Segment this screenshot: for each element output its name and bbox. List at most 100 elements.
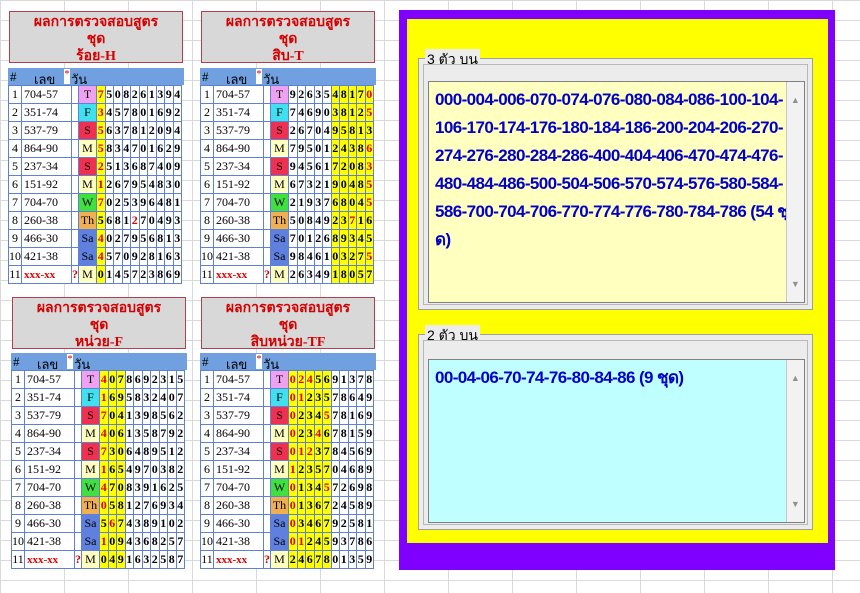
digit-cell[interactable]: 0 [138, 103, 148, 122]
day-cell[interactable]: Sa [270, 247, 289, 266]
digit-cell[interactable]: 5 [158, 550, 168, 569]
digit-cell[interactable]: 2 [150, 370, 160, 389]
code-cell[interactable]: 237-34 [24, 442, 75, 461]
flag-cell[interactable] [74, 514, 82, 533]
digit-cell[interactable]: 9 [116, 550, 126, 569]
row-number-cell[interactable]: 2 [200, 103, 214, 122]
digit-cell[interactable]: 8 [150, 532, 160, 551]
digit-cell[interactable]: 6 [104, 121, 114, 140]
flag-cell[interactable] [71, 139, 79, 158]
digit-cell[interactable]: 4 [313, 478, 323, 497]
digit-cell[interactable]: 2 [104, 175, 114, 194]
flag-cell[interactable] [74, 370, 82, 389]
digit-cell[interactable]: 0 [288, 496, 298, 515]
digit-cell[interactable]: 0 [155, 121, 165, 140]
digit-cell[interactable]: 9 [130, 247, 140, 266]
digit-cell[interactable]: 2 [313, 175, 323, 194]
code-cell[interactable]: 704-57 [213, 370, 264, 389]
digit-cell[interactable]: 6 [322, 229, 332, 248]
digit-cell[interactable]: 8 [133, 388, 143, 407]
code-cell[interactable]: 260-38 [24, 496, 75, 515]
digit-cell[interactable]: 2 [330, 211, 340, 230]
digit-cell[interactable]: 3 [133, 532, 143, 551]
digit-cell[interactable]: 7 [288, 103, 298, 122]
digit-cell[interactable]: 7 [96, 193, 106, 212]
digit-cell[interactable]: 2 [175, 406, 185, 425]
digit-cell[interactable]: 3 [305, 460, 315, 479]
digit-cell[interactable]: 9 [330, 514, 340, 533]
digit-cell[interactable]: 2 [150, 550, 160, 569]
digit-cell[interactable]: 7 [147, 157, 157, 176]
digit-cell[interactable]: 5 [364, 247, 374, 266]
digit-cell[interactable]: 7 [330, 478, 340, 497]
digit-cell[interactable]: 2 [296, 424, 306, 443]
digit-cell[interactable]: 1 [147, 85, 157, 104]
digit-cell[interactable]: 4 [104, 103, 114, 122]
flag-cell[interactable] [263, 85, 271, 104]
digit-cell[interactable]: 7 [322, 442, 332, 461]
digit-cell[interactable]: 9 [164, 85, 174, 104]
digit-cell[interactable]: 7 [138, 211, 148, 230]
digit-cell[interactable]: 9 [364, 496, 374, 515]
digit-cell[interactable]: 7 [175, 532, 185, 551]
digit-cell[interactable]: 6 [155, 139, 165, 158]
row-number-cell[interactable]: 7 [200, 193, 214, 212]
digit-cell[interactable]: 0 [104, 229, 114, 248]
flag-cell[interactable] [263, 139, 271, 158]
digit-cell[interactable]: 1 [164, 229, 174, 248]
digit-cell[interactable]: 2 [288, 265, 298, 284]
digit-cell[interactable]: 2 [296, 85, 306, 104]
digit-cell[interactable]: 5 [107, 496, 117, 515]
digit-cell[interactable]: 8 [155, 229, 165, 248]
digit-cell[interactable]: 8 [121, 85, 131, 104]
digit-cell[interactable]: 1 [296, 193, 306, 212]
flag-cell[interactable]: ? [74, 550, 82, 569]
digit-cell[interactable]: 0 [164, 157, 174, 176]
digit-cell[interactable]: 9 [288, 157, 298, 176]
digit-cell[interactable]: 4 [305, 247, 315, 266]
digit-cell[interactable]: 1 [121, 211, 131, 230]
digit-cell[interactable]: 8 [124, 370, 134, 389]
row-number-cell[interactable]: 4 [11, 424, 25, 443]
code-cell[interactable]: xxx-xx [213, 265, 264, 284]
flag-cell[interactable] [74, 442, 82, 461]
digit-cell[interactable]: 2 [172, 103, 182, 122]
digit-cell[interactable]: 5 [121, 193, 131, 212]
digit-cell[interactable]: 8 [141, 514, 151, 533]
digit-cell[interactable]: 2 [138, 247, 148, 266]
digit-cell[interactable]: 6 [296, 265, 306, 284]
digit-cell[interactable]: 3 [364, 157, 374, 176]
two-digit-scrollbar[interactable]: ▲ ▼ [786, 360, 804, 522]
digit-cell[interactable]: 4 [99, 478, 109, 497]
digit-cell[interactable]: 2 [113, 193, 123, 212]
digit-cell[interactable]: 5 [305, 139, 315, 158]
digit-cell[interactable]: 9 [141, 406, 151, 425]
digit-cell[interactable]: 5 [288, 211, 298, 230]
day-cell[interactable]: M [78, 139, 97, 158]
digit-cell[interactable]: 6 [364, 139, 374, 158]
digit-cell[interactable]: 8 [356, 157, 366, 176]
digit-cell[interactable]: 7 [356, 247, 366, 266]
row-number-cell[interactable]: 2 [11, 388, 25, 407]
flag-cell[interactable] [71, 247, 79, 266]
digit-cell[interactable]: 3 [96, 103, 106, 122]
day-cell[interactable]: Th [270, 211, 289, 230]
digit-cell[interactable]: 9 [364, 424, 374, 443]
digit-cell[interactable]: 0 [288, 514, 298, 533]
digit-cell[interactable]: 2 [175, 424, 185, 443]
digit-cell[interactable]: 7 [158, 424, 168, 443]
code-cell[interactable]: 151-92 [24, 460, 75, 479]
digit-cell[interactable]: 7 [107, 478, 117, 497]
digit-cell[interactable]: 4 [296, 103, 306, 122]
digit-cell[interactable]: 5 [364, 103, 374, 122]
digit-cell[interactable]: 8 [339, 406, 349, 425]
day-cell[interactable]: S [81, 442, 100, 461]
code-cell[interactable]: xxx-xx [21, 265, 72, 284]
digit-cell[interactable]: 9 [138, 193, 148, 212]
digit-cell[interactable]: 3 [172, 211, 182, 230]
digit-cell[interactable]: 9 [322, 211, 332, 230]
digit-cell[interactable]: 4 [155, 157, 165, 176]
row-number-cell[interactable]: 9 [200, 514, 214, 533]
digit-cell[interactable]: 6 [313, 157, 323, 176]
digit-cell[interactable]: 8 [364, 478, 374, 497]
